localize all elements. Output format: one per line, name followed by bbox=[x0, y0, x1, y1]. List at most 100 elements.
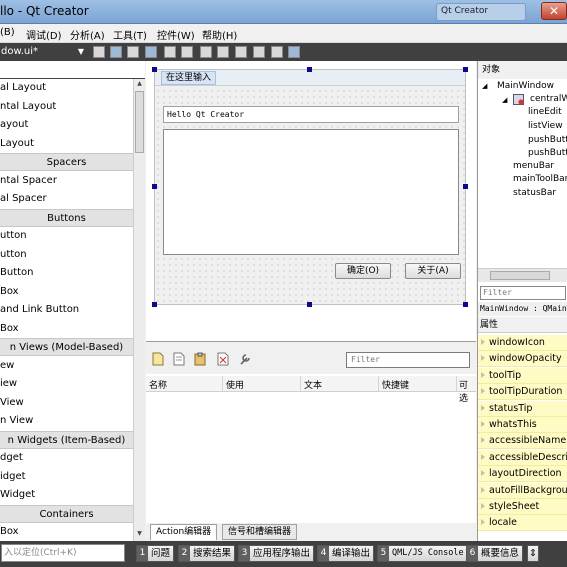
line-edit[interactable]: Hello Qt Creator bbox=[163, 106, 459, 123]
widget-list-item[interactable]: Box bbox=[0, 283, 133, 301]
locator-input[interactable]: 入以定位(Ctrl+K) bbox=[1, 544, 125, 562]
tab-action-editor[interactable]: Action编辑器 bbox=[150, 524, 218, 540]
property-row[interactable]: statusTip bbox=[478, 400, 567, 417]
edit-tab-order-icon[interactable] bbox=[145, 46, 157, 58]
widget-list-item[interactable]: al Layout bbox=[0, 79, 133, 97]
layout-horizontal-icon[interactable] bbox=[164, 46, 176, 58]
toggle-panes-icon[interactable]: ⇕ bbox=[527, 545, 539, 562]
resize-handle-b[interactable] bbox=[307, 302, 312, 307]
split-horizontal-icon[interactable] bbox=[200, 46, 212, 58]
widget-filter-input[interactable] bbox=[0, 61, 145, 79]
layout-vertical-icon[interactable] bbox=[181, 46, 193, 58]
delete-action-icon[interactable] bbox=[217, 352, 229, 366]
tree-item-lineedit[interactable]: lineEdit bbox=[528, 107, 562, 117]
widget-list-item[interactable]: ntal Spacer bbox=[0, 172, 133, 190]
widget-list-item[interactable]: Widget bbox=[0, 486, 133, 504]
menu-help[interactable]: 帮助(H) bbox=[202, 27, 237, 42]
resize-handle-t[interactable] bbox=[307, 67, 312, 72]
property-row[interactable]: accessibleDescription bbox=[478, 449, 567, 466]
collapse-arrow-icon[interactable]: ◢ bbox=[502, 96, 507, 104]
copy-action-icon[interactable] bbox=[173, 352, 185, 366]
property-row[interactable]: whatsThis bbox=[478, 417, 567, 433]
object-inspector-scrollbar[interactable] bbox=[478, 268, 567, 282]
property-row[interactable]: styleSheet bbox=[478, 499, 567, 515]
property-row[interactable]: toolTip bbox=[478, 367, 567, 384]
column-header-used[interactable]: 使用 bbox=[226, 378, 244, 391]
widget-list-item[interactable]: View bbox=[0, 394, 133, 412]
pane-compile-output-button[interactable]: 4 编译输出 bbox=[317, 545, 375, 562]
widget-category-header[interactable]: Buttons bbox=[0, 208, 133, 227]
menu-tools[interactable]: 工具(T) bbox=[113, 27, 147, 42]
split-vertical-icon[interactable] bbox=[217, 46, 229, 58]
property-row[interactable]: windowIcon bbox=[478, 335, 567, 351]
menu-widgets[interactable]: 控件(W) bbox=[157, 27, 195, 42]
widget-list-item[interactable]: Box bbox=[0, 523, 133, 541]
edit-buddies-icon[interactable] bbox=[127, 46, 139, 58]
resize-handle-br[interactable] bbox=[463, 302, 468, 307]
widget-list-item[interactable]: Button bbox=[0, 264, 133, 282]
tree-item-pushbutton-1[interactable]: pushButt bbox=[528, 135, 567, 145]
widget-list-scrollbar[interactable]: ▲ ▼ bbox=[133, 79, 145, 541]
property-row[interactable]: toolTipDuration bbox=[478, 384, 567, 401]
pane-general-messages-button[interactable]: 6 概要信息 bbox=[466, 545, 524, 562]
property-row[interactable]: autoFillBackground bbox=[478, 482, 567, 499]
tree-item-menubar[interactable]: menuBar bbox=[513, 161, 554, 171]
edit-signals-icon[interactable] bbox=[110, 46, 122, 58]
widget-list-item[interactable]: Box bbox=[0, 320, 133, 338]
resize-handle-bl[interactable] bbox=[152, 302, 157, 307]
resize-handle-tr[interactable] bbox=[463, 67, 468, 72]
tree-item-maintoolbar[interactable]: mainToolBar bbox=[513, 174, 567, 184]
edit-widgets-icon[interactable] bbox=[93, 46, 105, 58]
widget-category-header[interactable]: n Widgets (Item-Based) bbox=[0, 430, 133, 449]
open-file-combo[interactable]: dow.ui* ▼ bbox=[0, 44, 86, 60]
pane-search-results-button[interactable]: 2 搜索结果 bbox=[178, 545, 236, 562]
property-row[interactable]: accessibleName bbox=[478, 433, 567, 450]
tree-item-mainwindow[interactable]: MainWindow bbox=[497, 81, 554, 91]
menu-analyze[interactable]: 分析(A) bbox=[70, 27, 105, 42]
adjust-size-icon[interactable] bbox=[288, 46, 300, 58]
widget-list-item[interactable]: ew bbox=[0, 357, 133, 375]
widget-category-header[interactable]: Containers bbox=[0, 504, 133, 523]
tab-signal-slot-editor[interactable]: 信号和槽编辑器 bbox=[222, 524, 298, 540]
about-button[interactable]: 关于(A) bbox=[405, 263, 461, 279]
paste-action-icon[interactable] bbox=[194, 352, 206, 366]
configure-action-icon[interactable] bbox=[239, 352, 251, 366]
tree-item-pushbutton-2[interactable]: pushButt bbox=[528, 148, 567, 158]
taskbar-tab[interactable]: Qt Creator bbox=[436, 3, 526, 21]
scroll-down-icon[interactable]: ▼ bbox=[135, 530, 144, 539]
tree-item-statusbar[interactable]: statusBar bbox=[513, 188, 556, 198]
scroll-thumb[interactable] bbox=[135, 91, 144, 153]
new-action-icon[interactable] bbox=[152, 352, 164, 366]
layout-form-icon[interactable] bbox=[235, 46, 247, 58]
pane-issues-button[interactable]: 1 问题 bbox=[136, 545, 175, 562]
column-header-checkable[interactable]: 可选 bbox=[459, 378, 476, 404]
widget-list-item[interactable]: idget bbox=[0, 468, 133, 486]
widget-list-item[interactable]: utton bbox=[0, 246, 133, 264]
ok-button[interactable]: 确定(O) bbox=[335, 263, 391, 279]
property-row[interactable]: windowOpacity bbox=[478, 351, 567, 368]
property-row[interactable]: layoutDirection bbox=[478, 466, 567, 483]
menu-debug[interactable]: 调试(D) bbox=[26, 27, 62, 42]
widget-list-item[interactable]: and Link Button bbox=[0, 301, 133, 319]
widget-category-header[interactable]: n Views (Model-Based) bbox=[0, 338, 133, 356]
layout-grid-icon[interactable] bbox=[253, 46, 265, 58]
widget-list-item[interactable]: ayout bbox=[0, 116, 133, 134]
property-filter-input[interactable]: Filter bbox=[480, 286, 566, 300]
column-header-name[interactable]: 名称 bbox=[149, 378, 167, 391]
pane-qml-console-button[interactable]: 5 QML/JS Console bbox=[377, 545, 468, 562]
widget-list-item[interactable]: al Spacer bbox=[0, 190, 133, 208]
tree-item-centralwidget[interactable]: centralW bbox=[530, 94, 567, 104]
collapse-arrow-icon[interactable]: ◢ bbox=[482, 82, 487, 90]
list-view[interactable] bbox=[163, 129, 459, 255]
widget-list-item[interactable]: n View bbox=[0, 412, 133, 430]
menu-build[interactable]: (B) bbox=[0, 27, 15, 38]
resize-handle-l[interactable] bbox=[152, 184, 157, 189]
scroll-up-icon[interactable]: ▲ bbox=[135, 80, 144, 89]
resize-handle-r[interactable] bbox=[463, 184, 468, 189]
widget-list-item[interactable]: iew bbox=[0, 375, 133, 393]
widget-list-item[interactable]: Layout bbox=[0, 135, 133, 153]
break-layout-icon[interactable] bbox=[271, 46, 283, 58]
property-row[interactable]: locale bbox=[478, 515, 567, 532]
widget-list-item[interactable]: dget bbox=[0, 449, 133, 467]
widget-list-item[interactable]: utton bbox=[0, 227, 133, 245]
